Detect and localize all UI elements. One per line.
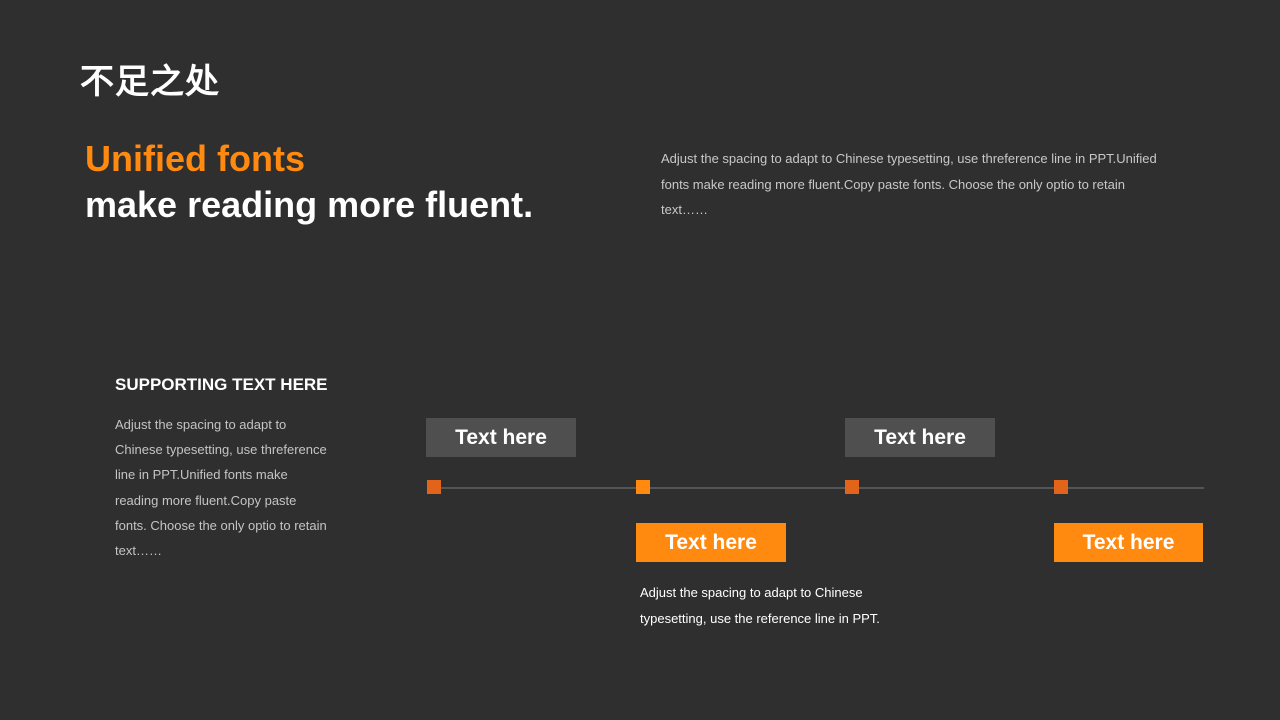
timeline-label-4: Text here — [1054, 523, 1203, 562]
page-title: 不足之处 — [80, 62, 220, 102]
timeline-line — [427, 487, 1204, 489]
timeline-marker-2 — [636, 480, 650, 494]
headline-accent: Unified fonts — [85, 138, 305, 179]
timeline-label-2: Text here — [636, 523, 786, 562]
headline-main: make reading more fluent. — [85, 184, 534, 225]
intro-paragraph: Adjust the spacing to adapt to Chinese t… — [661, 151, 1157, 217]
timeline-caption: Adjust the spacing to adapt to Chinese t… — [640, 585, 880, 626]
timeline-label-1: Text here — [426, 418, 576, 457]
timeline-marker-1 — [427, 480, 441, 494]
timeline-marker-4 — [1054, 480, 1068, 494]
timeline-marker-3 — [845, 480, 859, 494]
supporting-title: SUPPORTING TEXT HERE — [115, 375, 328, 394]
supporting-paragraph: Adjust the spacing to adapt to Chinese t… — [115, 417, 327, 559]
timeline-label-3: Text here — [845, 418, 995, 457]
